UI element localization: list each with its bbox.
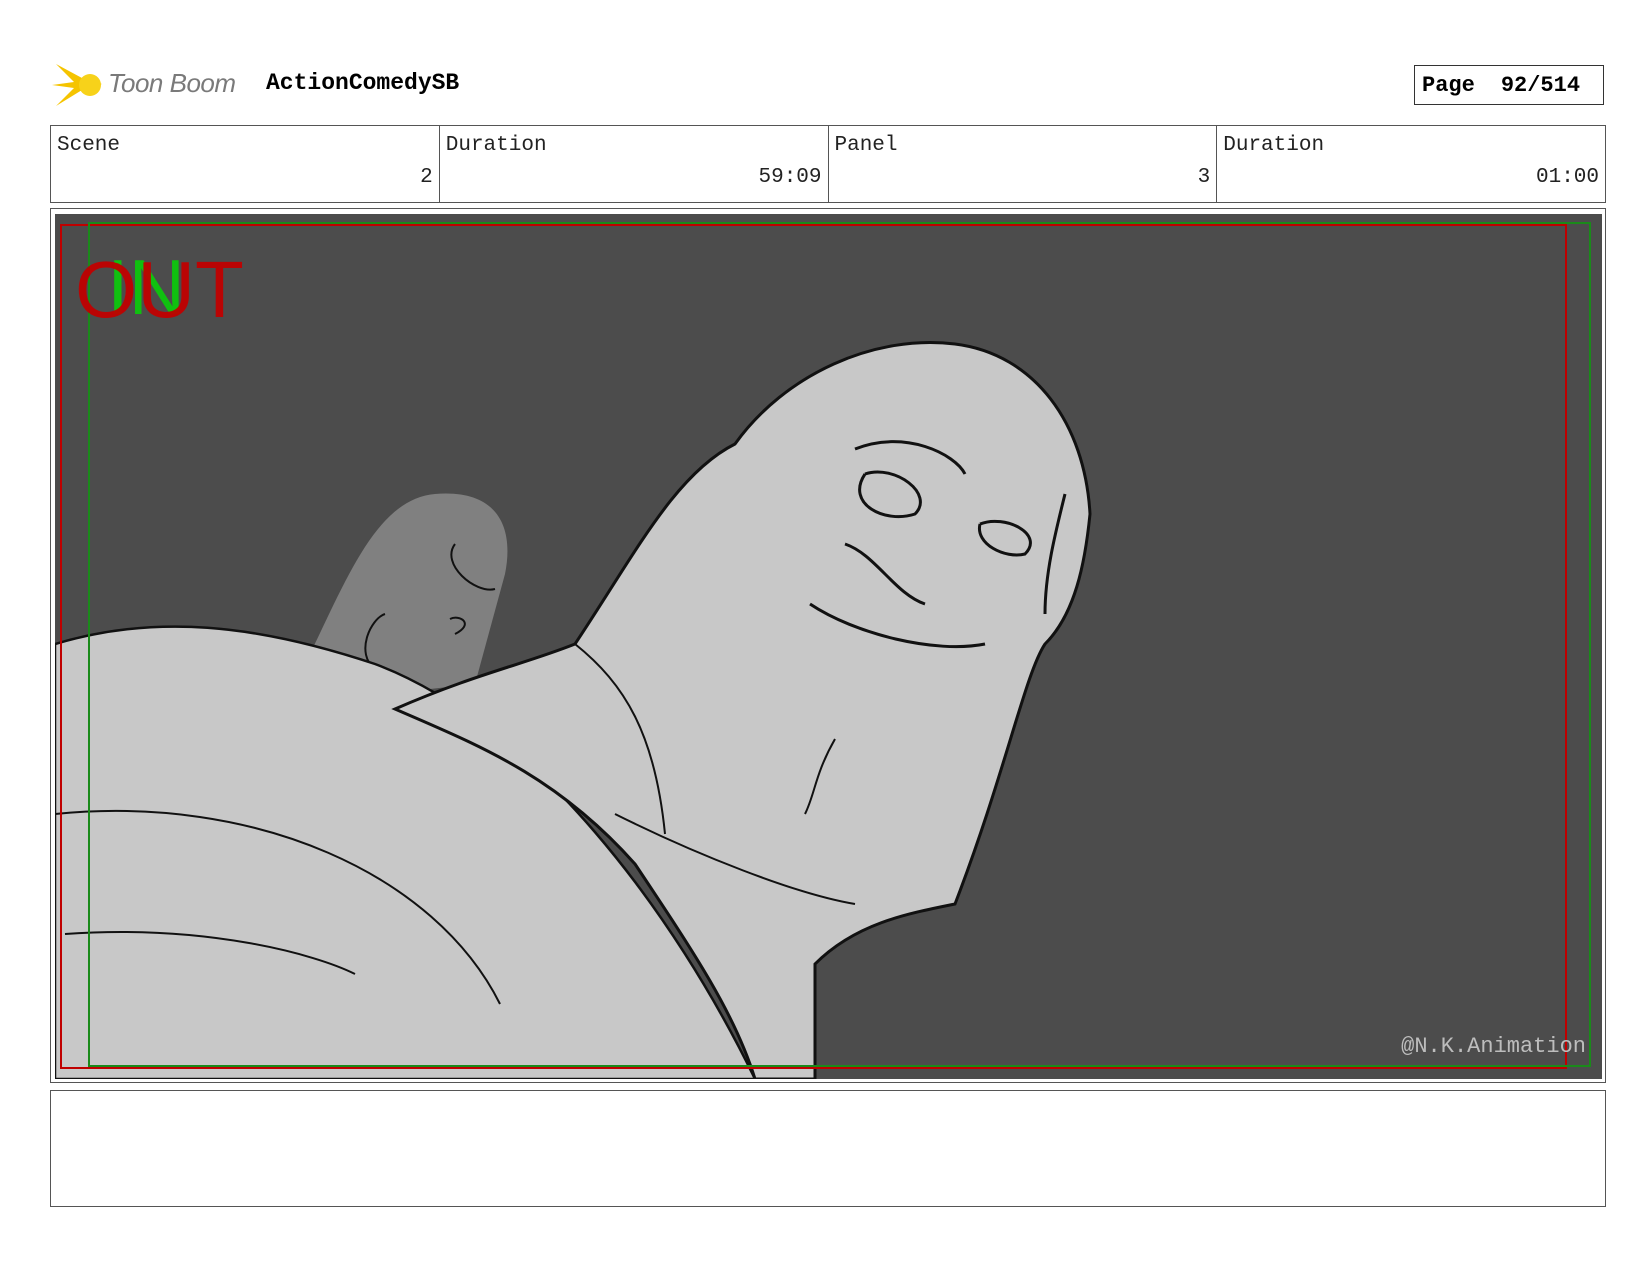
page-label: Page xyxy=(1422,72,1475,98)
info-table: Scene 2 Duration 59:09 Panel 3 Duration … xyxy=(50,125,1606,203)
scene-duration-value: 59:09 xyxy=(758,166,822,189)
panel-duration-label: Duration xyxy=(1223,134,1325,157)
scene-label: Scene xyxy=(57,134,121,157)
storyboard-sketch: IN OUT xyxy=(55,222,1591,1079)
watermark: @N.K.Animation xyxy=(1401,1034,1586,1059)
scene-duration-cell: Duration 59:09 xyxy=(440,126,829,202)
scene-duration-label: Duration xyxy=(445,134,547,157)
logo-text: Toon Boom xyxy=(108,68,236,98)
scene-cell: Scene 2 xyxy=(51,126,440,202)
project-title: ActionComedySB xyxy=(266,70,460,96)
panel-duration-cell: Duration 01:00 xyxy=(1217,126,1605,202)
panel-label: Panel xyxy=(834,134,898,157)
panel-value: 3 xyxy=(1197,166,1211,189)
notes-box xyxy=(50,1090,1606,1207)
panel-cell: Panel 3 xyxy=(829,126,1218,202)
page-value: 92/514 xyxy=(1500,72,1581,98)
scene-value: 2 xyxy=(420,166,433,189)
page-indicator: Page 92/514 xyxy=(1414,65,1604,105)
panel-duration-value: 01:00 xyxy=(1535,166,1599,189)
out-marker: OUT xyxy=(75,245,244,334)
storyboard-panel-image: IN OUT @N.K.Animation xyxy=(55,214,1602,1079)
